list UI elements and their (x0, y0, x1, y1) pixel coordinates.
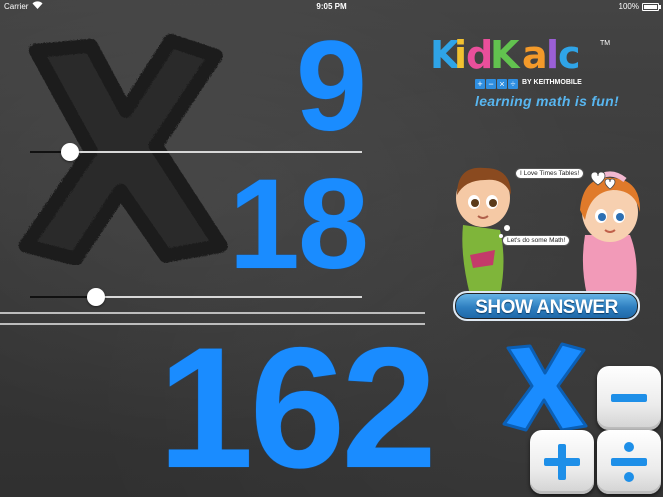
divide-icon (611, 442, 647, 482)
times-icon[interactable] (500, 338, 590, 433)
divide-key[interactable] (597, 430, 661, 494)
minus-key[interactable] (597, 366, 661, 430)
boy-speech-bubble: Let's do some Math! (502, 235, 571, 246)
minus-icon (611, 394, 647, 402)
battery-percent: 100% (618, 2, 639, 11)
battery-icon (642, 3, 661, 11)
logo-letter: c (558, 33, 581, 77)
logo-op-tile: ÷ (508, 79, 518, 89)
logo-tagline: learning math is fun! (475, 93, 619, 109)
boy-figure (456, 167, 511, 295)
logo-operator-tiles: + − × ÷ (475, 79, 519, 89)
girl-speech-bubble: I Love Times Tables! (515, 168, 585, 179)
kids-artwork (456, 167, 641, 295)
logo-byline: BY KEITHMOBILE (522, 79, 582, 86)
equals-line-top (0, 312, 425, 314)
chalkboard: Carrier 9:05 PM 100% 9 18 162 KidKalc TM… (0, 0, 663, 497)
logo-op-tile: + (475, 79, 485, 89)
bottom-operand: 18 (228, 153, 369, 296)
top-number-slider[interactable] (30, 143, 362, 161)
plus-key[interactable] (530, 430, 594, 494)
logo-letter: K (490, 33, 520, 77)
logo-op-tile: × (497, 79, 507, 89)
plus-icon (544, 444, 580, 480)
kids-illustration: I Love Times Tables! Let's do some Math! (445, 160, 660, 295)
logo-letter: a (522, 33, 548, 77)
show-answer-button[interactable]: SHOW ANSWER (453, 291, 640, 321)
slider-thumb[interactable] (87, 288, 106, 306)
slider-thumb[interactable] (60, 143, 79, 161)
bottom-number-slider[interactable] (30, 288, 362, 306)
girl-figure (580, 171, 641, 295)
battery-fill (644, 5, 657, 9)
top-operand: 9 (295, 15, 367, 158)
slider-track[interactable] (30, 296, 362, 298)
clock: 9:05 PM (316, 2, 347, 11)
logo-op-tile: − (486, 79, 496, 89)
result: 162 (158, 312, 437, 497)
kidkalc-logo: KidKalc TM + − × ÷ BY KEITHMOBILE learning … (430, 30, 640, 125)
equals-line-bottom (0, 323, 425, 325)
slider-track[interactable] (30, 151, 362, 153)
trademark: TM (600, 40, 611, 47)
status-bar: Carrier 9:05 PM 100% (0, 0, 663, 13)
